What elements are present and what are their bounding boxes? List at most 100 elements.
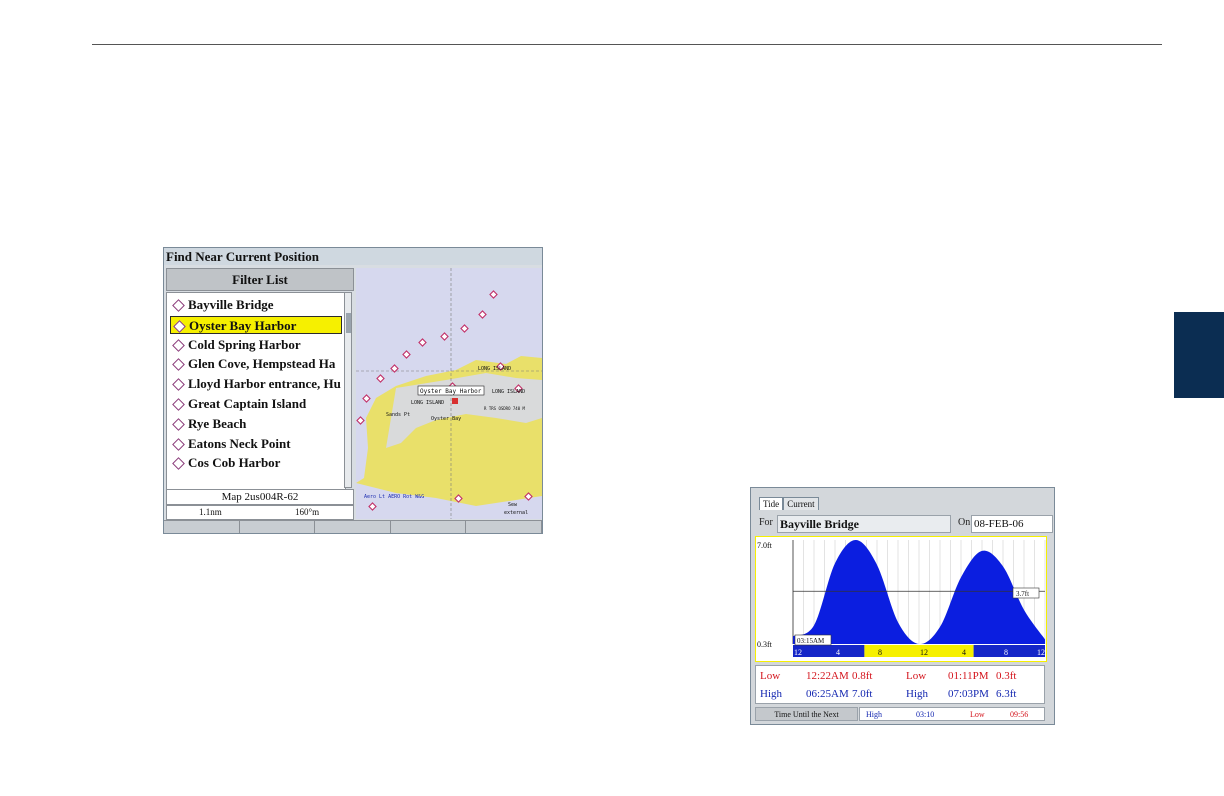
list-item[interactable]: Eatons Neck Point [170,435,342,453]
softkey[interactable] [315,521,391,533]
tide-table: Low 12:22AM 0.8ft Low 01:11PM 0.3ft High… [755,665,1045,704]
map-label: external [504,510,528,516]
x-tick-label: 12 [920,648,928,657]
list-item[interactable]: Great Captain Island [170,395,342,413]
find-title: Find Near Current Position [164,248,542,265]
find-near-screen: Find Near Current Position Filter List B… [163,247,543,534]
map-label: Sew [508,502,518,508]
softkey[interactable] [391,521,467,533]
diamond-icon [172,398,185,411]
map-label: LONG ISLAND [492,389,525,395]
softkey[interactable] [466,521,542,533]
diamond-icon [172,437,185,451]
list-item-label: Bayville Bridge [188,297,274,312]
tide-chart[interactable]: 7.0ft 0.3ft 03:15AM 3.7ft 12 4 8 12 4 8 12 [755,536,1047,662]
tide-type: Low [906,670,927,682]
diamond-icon [172,417,185,431]
softkey[interactable] [240,521,316,533]
map-label: Oyster Bay [431,416,461,422]
diamond-icon [173,319,186,333]
tide-row-low: Low 12:22AM 0.8ft Low 01:11PM 0.3ft [756,667,1046,685]
tide-type: Low [760,670,781,682]
x-tick-label: 12 [1037,648,1045,657]
list-item-label: Oyster Bay Harbor [189,317,297,333]
list-item-label: Cos Cob Harbor [188,455,281,471]
tide-row-high: High 06:25AM 7.0ft High 07:03PM 6.3ft [756,685,1046,703]
map-label: LONG ISLAND [478,366,511,372]
page-header-rule [92,44,1162,45]
next-high-time: 03:10 [916,710,935,719]
time-until-values: High 03:10 Low 09:56 [859,707,1045,721]
diamond-icon [172,358,185,372]
section-tab [1174,312,1224,398]
list-item-label: Great Captain Island [188,396,307,411]
time-until-label: Time Until the Next [755,707,858,721]
map-label: Aero Lt AERO Rot W&G [364,494,424,500]
diamond-icon [172,299,185,312]
scale-bearing: 160°m [295,507,320,517]
tab-current[interactable]: Current [783,497,819,510]
tide-time: 07:03PM [948,688,989,700]
list-item[interactable]: Cold Spring Harbor [170,336,342,354]
softkey-bar [164,520,542,533]
next-low-label: Low [970,710,985,719]
list-item[interactable]: Glen Cove, Hempstead Ha [170,355,342,373]
x-tick-label: 8 [1004,648,1008,657]
map-label: Sands Pt [386,412,410,418]
tide-type: High [906,688,928,700]
date-field[interactable]: 08-FEB-06 [971,515,1053,533]
tide-height: 0.8ft [852,670,873,682]
day-night-segment [973,645,1045,657]
list-item[interactable]: Lloyd Harbor entrance, Hu [170,375,342,393]
x-tick-label: 4 [836,648,840,657]
cursor-time-label: 03:15AM [797,637,825,645]
for-label: For [759,517,773,528]
tide-height: 6.3ft [996,688,1017,700]
scale-info: 1.1nm 160°m [166,505,354,520]
tab-tide[interactable]: Tide [759,497,784,510]
next-high-label: High [866,710,882,719]
tide-time: 06:25AM [806,688,849,700]
on-label: On [958,517,971,528]
tide-screen: Tide Current For Bayville Bridge On 08-F… [750,487,1055,725]
list-item-label: Rye Beach [188,415,247,431]
list-item[interactable]: Rye Beach [170,415,342,433]
list-item[interactable]: Oyster Bay Harbor [170,315,342,334]
map-name: Map 2us004R-62 [166,489,354,505]
x-tick-label: 8 [878,648,882,657]
tide-height: 0.3ft [996,670,1017,682]
tide-time: 01:11PM [948,670,989,682]
diamond-icon [172,338,185,352]
x-tick-label: 4 [962,648,966,657]
chart-map[interactable]: Oyster Bay Harbor LONG ISLAND LONG ISLAN… [356,268,542,519]
list-scrollbar[interactable] [344,292,352,488]
list-item-label: Eatons Neck Point [188,435,291,451]
tide-type: High [760,688,782,700]
list-item-label: Lloyd Harbor entrance, Hu [188,376,341,392]
scrollbar-thumb[interactable] [346,313,351,333]
tide-tabs: Tide Current [759,497,819,510]
time-until-next: Time Until the Next High 03:10 Low 09:56 [755,707,1045,721]
list-item[interactable]: Cos Cob Harbor [170,454,342,472]
list-item-label: Glen Cove, Hempstead Ha [188,356,336,372]
filter-list-button[interactable]: Filter List [166,268,354,291]
list-item-label: Cold Spring Harbor [188,336,301,352]
diamond-icon [172,378,185,392]
y-max-label: 7.0ft [757,541,773,550]
x-tick-label: 12 [794,648,802,657]
map-selected-label: Oyster Bay Harbor [420,388,482,395]
next-low-time: 09:56 [1010,710,1029,719]
map-label: LONG ISLAND [411,400,444,406]
result-list: Bayville Bridge Oyster Bay Harbor Cold Spr… [166,292,346,490]
station-field[interactable]: Bayville Bridge [777,515,951,533]
list-item[interactable]: Bayville Bridge [170,296,342,314]
softkey[interactable] [164,521,240,533]
tide-time: 12:22AM [806,670,849,682]
day-night-segment [793,645,865,657]
diamond-icon [172,457,185,471]
y-min-label: 0.3ft [757,640,773,649]
current-level-label: 3.7ft [1016,590,1029,598]
map-label: R TRS OSDRO 740 M [484,406,526,411]
tide-height: 7.0ft [852,688,873,700]
scale-distance: 1.1nm [199,507,222,517]
